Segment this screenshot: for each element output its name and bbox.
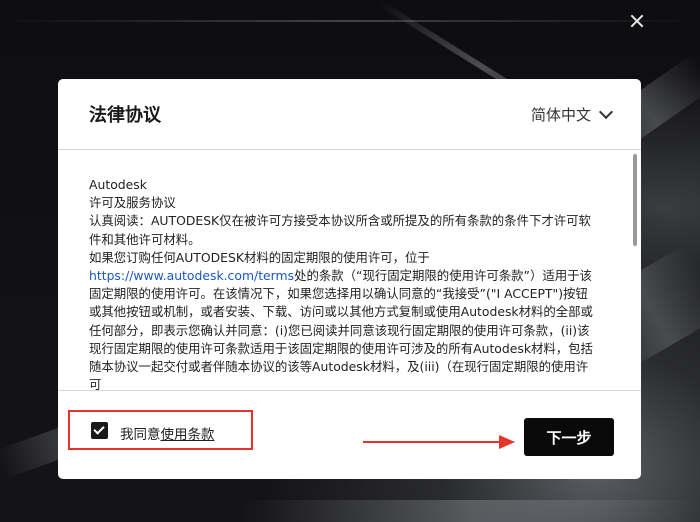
annotation-arrow (363, 441, 505, 443)
dialog-header: 法律协议 简体中文 (58, 79, 641, 150)
license-line: 如果您订购任何AUTODESK材料的固定期限的使用许可，位于 (89, 249, 430, 265)
scrollbar-thumb[interactable] (633, 154, 637, 246)
annotation-arrow-head-icon (499, 435, 515, 449)
license-line: 许可及服务协议 (89, 195, 176, 211)
language-select[interactable]: 简体中文 (530, 104, 614, 125)
agree-label[interactable]: 我同意使用条款 (120, 423, 215, 443)
chevron-down-icon (598, 104, 614, 120)
terms-of-use-link[interactable]: 使用条款 (161, 427, 215, 443)
license-text-panel[interactable]: Autodesk 许可及服务协议 认真阅读：AUTODESK仅在被许可方接受本协… (58, 150, 641, 391)
license-line: Autodesk (89, 177, 147, 192)
next-button[interactable]: 下一步 (524, 418, 614, 456)
close-icon[interactable] (630, 14, 644, 28)
license-text: Autodesk 许可及服务协议 认真阅读：AUTODESK仅在被许可方接受本协… (89, 176, 597, 391)
agree-label-prefix: 我同意 (120, 427, 161, 443)
dialog-title: 法律协议 (89, 105, 161, 126)
legal-agreement-dialog: 法律协议 简体中文 Autodesk 许可及服务协议 认真阅读：AUTODESK… (58, 79, 641, 479)
license-paragraph: https://www.autodesk.com/terms处的条款（“现行固定… (89, 267, 597, 391)
terms-url-link[interactable]: https://www.autodesk.com/terms (89, 268, 294, 283)
agree-checkbox[interactable] (91, 422, 108, 439)
language-select-value: 简体中文 (530, 106, 591, 124)
agree-highlight-annotation: 我同意使用条款 (68, 410, 253, 450)
license-paragraph-text: 处的条款（“现行固定期限的使用许可条款”）适用于该固定期限的使用许可。在该情况下… (89, 268, 593, 391)
license-line: 认真阅读：AUTODESK仅在被许可方接受本协议所含或所提及的所有条款的条件下才… (89, 213, 591, 247)
scrollbar[interactable] (627, 150, 641, 390)
